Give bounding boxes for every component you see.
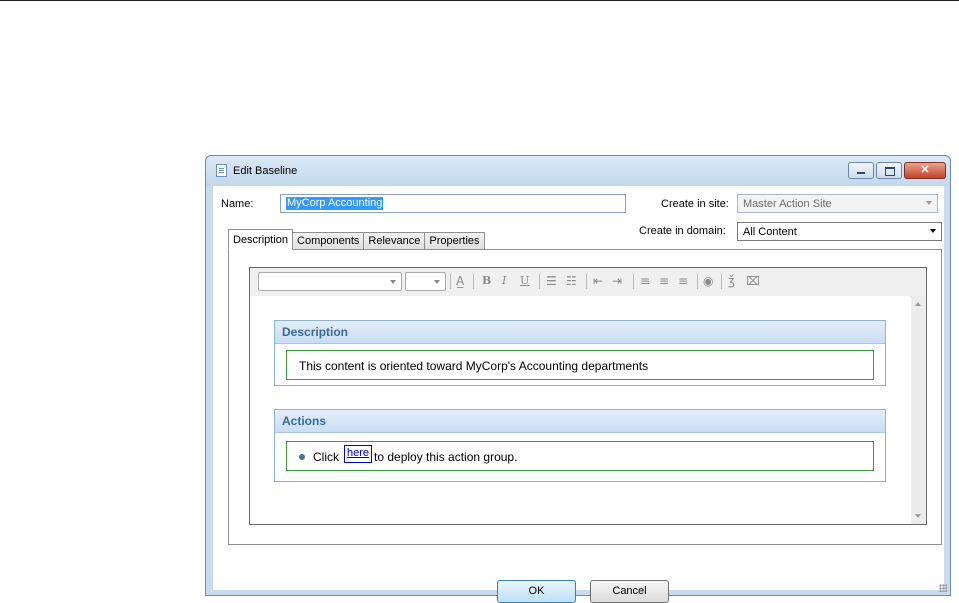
site-select-value: Master Action Site	[743, 198, 832, 210]
cancel-button[interactable]: Cancel	[590, 580, 669, 603]
site-label: Create in site:	[661, 198, 729, 210]
action-prefix-text: Click	[313, 450, 339, 464]
chevron-down-icon	[930, 229, 936, 233]
domain-label: Create in domain:	[639, 225, 726, 237]
top-divider	[0, 0, 959, 1]
actions-box: Click here to deploy this action group.	[286, 441, 874, 471]
underline-icon[interactable]: U	[520, 274, 529, 287]
spellcheck-icon[interactable]: ǯ	[728, 274, 735, 288]
tab-strip: Description Components Relevance Propert…	[228, 229, 485, 250]
link-icon[interactable]: ◉	[703, 274, 713, 288]
minimize-icon[interactable]	[848, 162, 874, 179]
resize-grip-icon[interactable]	[939, 584, 947, 592]
actions-heading: Actions	[275, 410, 885, 433]
bullet-list-icon[interactable]: ☷	[566, 274, 577, 288]
font-color-icon[interactable]: A̲	[456, 274, 464, 288]
toolbar-separator	[473, 274, 474, 289]
tab-relevance[interactable]: Relevance	[364, 232, 426, 250]
font-size-select[interactable]	[405, 272, 446, 291]
description-tab-panel: A̲ B I U ☰ ☷ ⇤ ⇥ ≡ ≡ ≡ ◉ ǯ ⌧ Description…	[228, 249, 942, 545]
toolbar-separator	[697, 274, 698, 289]
toolbar-separator	[633, 274, 634, 289]
tab-properties[interactable]: Properties	[425, 232, 485, 250]
domain-select[interactable]: All Content	[737, 222, 942, 241]
name-input[interactable]: MyCorp Accounting	[280, 194, 626, 213]
italic-icon[interactable]: I	[502, 274, 506, 287]
chevron-down-icon	[434, 280, 440, 284]
name-label: Name:	[221, 198, 254, 210]
site-select: Master Action Site	[737, 194, 938, 213]
align-center-icon[interactable]: ≡	[659, 274, 669, 288]
bullet-icon	[299, 454, 305, 460]
editor-scrollbar[interactable]	[911, 296, 926, 524]
description-box: This content is oriented toward MyCorp's…	[286, 350, 874, 380]
ok-button[interactable]: OK	[497, 580, 576, 603]
font-family-select[interactable]	[258, 272, 402, 291]
action-link[interactable]: here	[344, 445, 373, 463]
edit-baseline-dialog: Edit Baseline Name: MyCorp Accounting Cr…	[205, 155, 951, 603]
description-text: This content is oriented toward MyCorp's…	[299, 359, 649, 373]
scroll-up-icon[interactable]	[915, 302, 921, 306]
outdent-icon[interactable]: ⇤	[593, 274, 603, 288]
rich-text-editor: A̲ B I U ☰ ☷ ⇤ ⇥ ≡ ≡ ≡ ◉ ǯ ⌧ Description…	[249, 267, 927, 525]
toolbar-separator	[586, 274, 587, 289]
description-heading: Description	[275, 321, 885, 344]
bold-icon[interactable]: B	[482, 274, 491, 287]
chevron-down-icon	[390, 280, 396, 284]
window-controls	[848, 162, 946, 179]
editor-document[interactable]: Description This content is oriented tow…	[250, 296, 910, 524]
title-bar[interactable]: Edit Baseline	[206, 156, 950, 186]
domain-select-value: All Content	[743, 226, 797, 238]
chevron-down-icon	[926, 201, 932, 205]
indent-icon[interactable]: ⇥	[612, 274, 622, 288]
toolbar-separator	[450, 274, 451, 289]
dialog-title: Edit Baseline	[233, 165, 298, 177]
actions-section: Actions Click here to deploy this action…	[274, 409, 886, 482]
toolbar-separator	[539, 274, 540, 289]
action-suffix-text: to deploy this action group.	[374, 450, 518, 464]
tab-description[interactable]: Description	[228, 229, 294, 250]
name-input-value: MyCorp Accounting	[286, 197, 384, 210]
description-section: Description This content is oriented tow…	[274, 320, 886, 386]
toolbar-separator	[721, 274, 722, 289]
dialog-client-area: Name: MyCorp Accounting Create in site: …	[213, 186, 944, 603]
scroll-down-icon[interactable]	[915, 514, 921, 518]
document-icon	[216, 164, 227, 177]
editor-toolbar: A̲ B I U ☰ ☷ ⇤ ⇥ ≡ ≡ ≡ ◉ ǯ ⌧	[250, 268, 926, 297]
clear-format-icon[interactable]: ⌧	[746, 274, 760, 288]
maximize-icon[interactable]	[876, 162, 902, 179]
align-left-icon[interactable]: ≡	[640, 274, 650, 288]
close-icon[interactable]	[904, 162, 946, 179]
tab-components[interactable]: Components	[293, 232, 365, 250]
numbered-list-icon[interactable]: ☰	[546, 274, 557, 288]
align-right-icon[interactable]: ≡	[678, 274, 688, 288]
